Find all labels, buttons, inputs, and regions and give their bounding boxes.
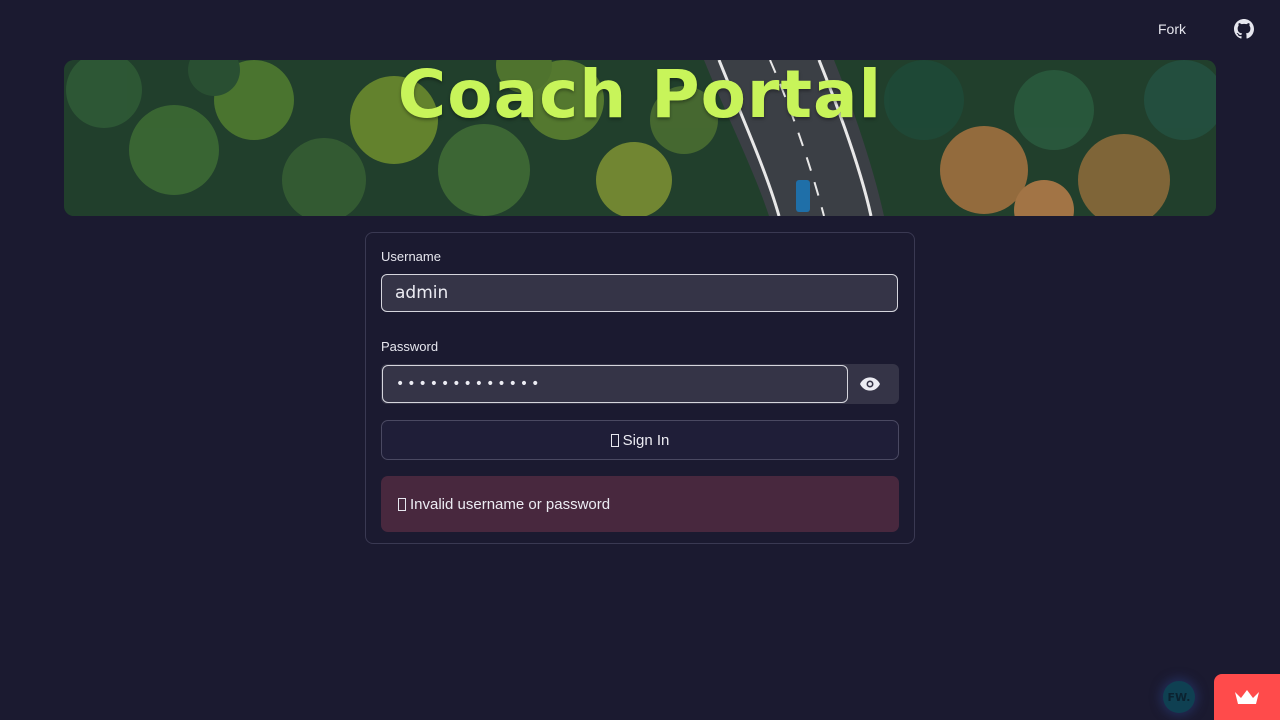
header-banner: Coach Portal	[64, 60, 1216, 216]
streamlit-badge[interactable]	[1214, 674, 1280, 720]
login-card: Username Password Sign In Invalid userna…	[365, 232, 915, 544]
sign-in-label: Sign In	[622, 431, 670, 449]
top-bar: Fork	[1158, 14, 1254, 44]
github-link[interactable]	[1234, 19, 1254, 39]
sign-in-button[interactable]: Sign In	[381, 420, 899, 460]
password-field	[381, 364, 899, 404]
fork-link[interactable]: Fork	[1158, 21, 1186, 37]
page-title: Coach Portal	[397, 60, 883, 133]
username-input[interactable]	[381, 274, 898, 312]
missing-glyph-icon	[610, 433, 619, 447]
password-label: Password	[381, 339, 439, 354]
missing-glyph-icon	[398, 497, 406, 511]
username-label: Username	[381, 249, 441, 264]
fw-badge[interactable]: FW.	[1163, 681, 1195, 713]
github-icon	[1234, 19, 1254, 39]
show-password-button[interactable]	[850, 365, 890, 403]
crown-icon	[1235, 690, 1259, 704]
password-input[interactable]	[382, 365, 848, 403]
error-alert: Invalid username or password	[381, 476, 899, 532]
eye-icon	[860, 377, 880, 391]
error-message: Invalid username or password	[410, 495, 611, 513]
